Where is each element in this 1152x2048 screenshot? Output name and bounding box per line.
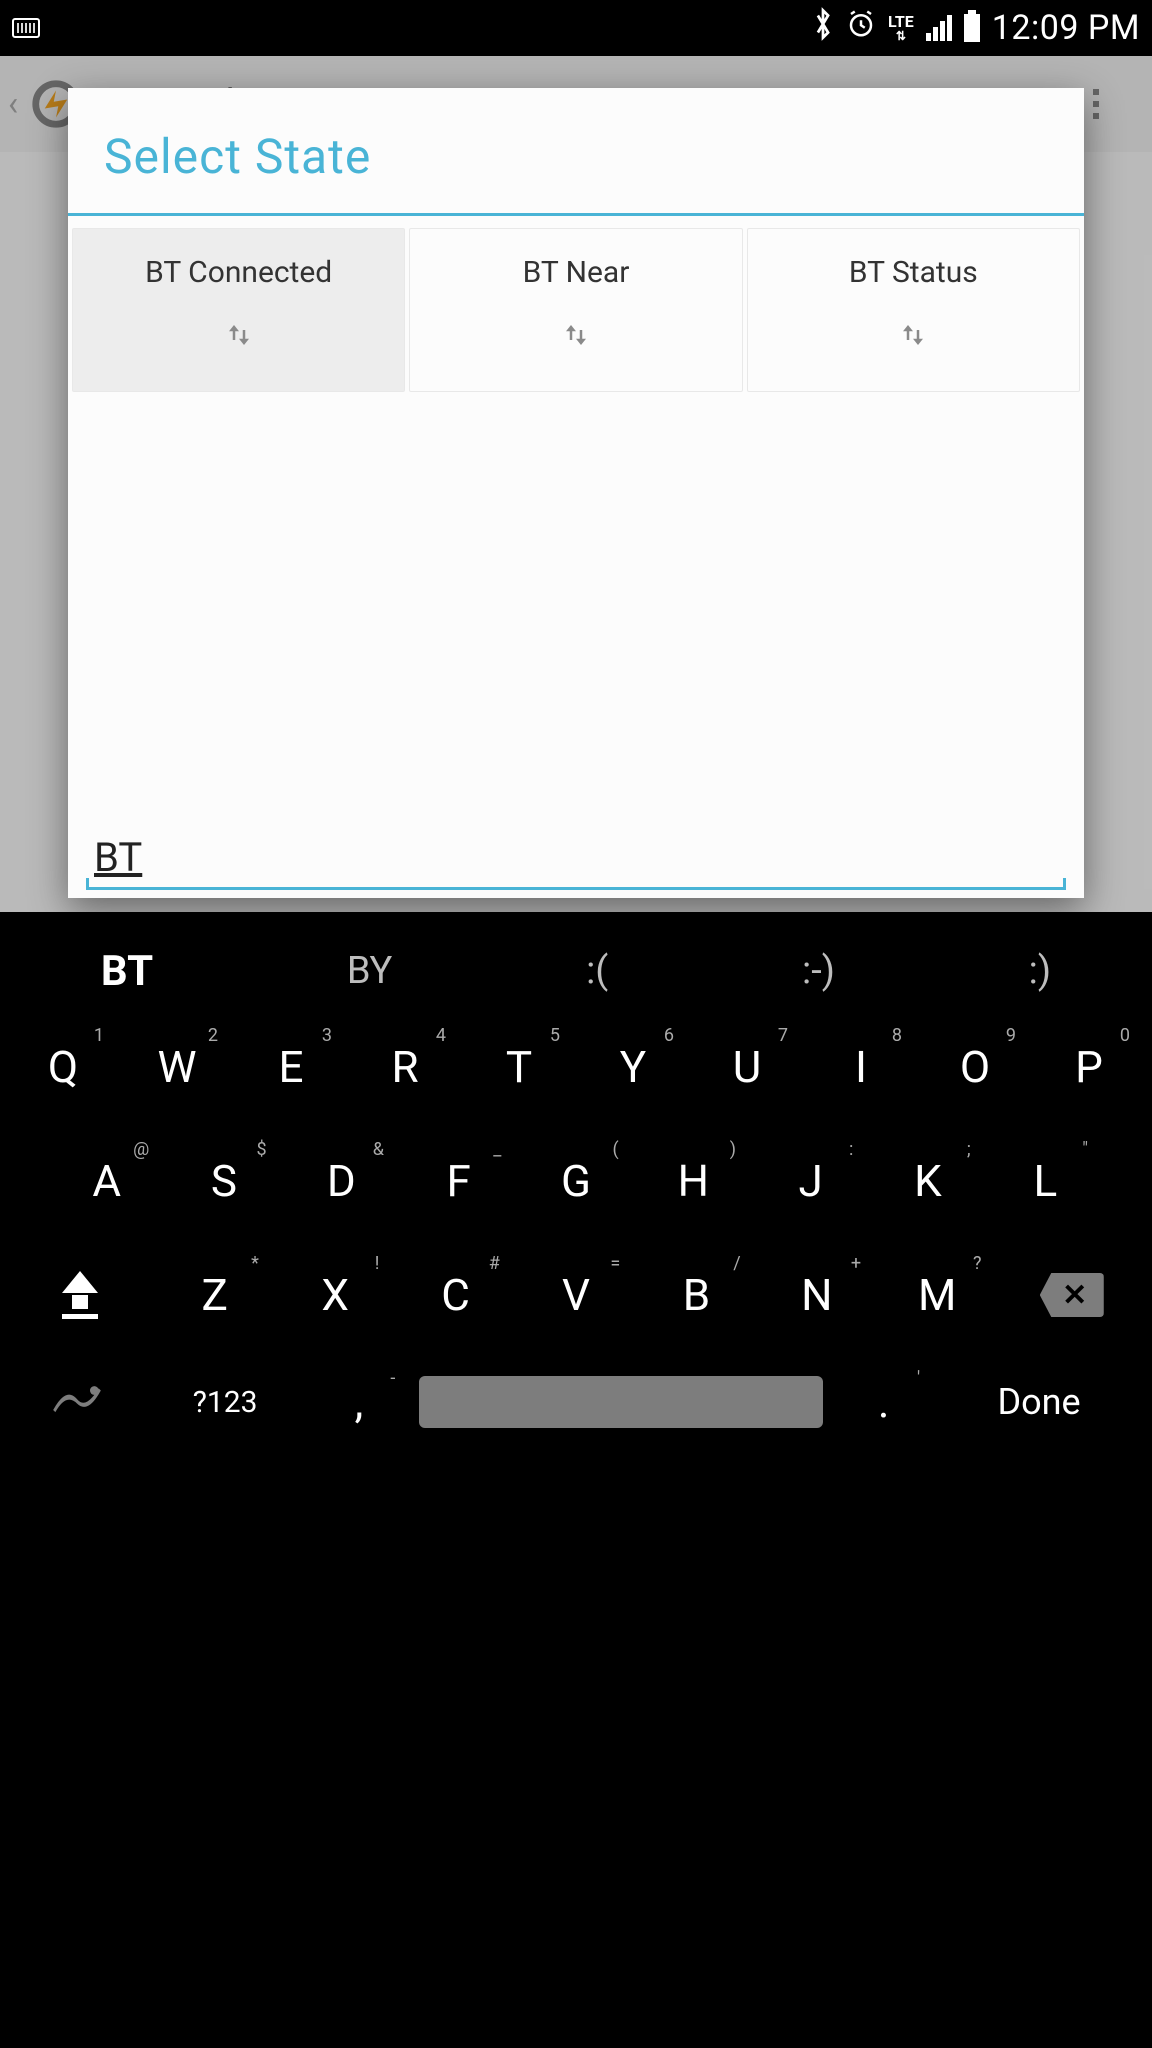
- period-key[interactable]: ' .: [833, 1366, 934, 1438]
- key-p[interactable]: 0P: [1034, 1023, 1144, 1111]
- transfer-icon: [898, 318, 928, 361]
- battery-icon: [964, 14, 980, 42]
- keyboard-row-2: @A$S&D_F(G)H:J;K"L: [4, 1124, 1148, 1238]
- key-e[interactable]: 3E: [236, 1023, 346, 1111]
- key-u[interactable]: 7U: [692, 1023, 802, 1111]
- swype-key[interactable]: [12, 1366, 142, 1438]
- key-m[interactable]: ?M: [879, 1251, 995, 1339]
- key-c[interactable]: #C: [397, 1251, 513, 1339]
- key-d[interactable]: &D: [285, 1137, 398, 1225]
- comma-key[interactable]: - ,: [308, 1366, 409, 1438]
- transfer-icon: [561, 318, 591, 361]
- android-status-bar: LTE⇅ 12:09 PM: [0, 0, 1152, 56]
- dialog-title: Select State: [68, 88, 1084, 213]
- tile-label: BT Status: [849, 255, 978, 290]
- suggestion-item[interactable]: :): [1029, 949, 1051, 993]
- symbols-key[interactable]: ?123: [146, 1375, 305, 1430]
- keyboard-row-3: *Z!X#C=V/B+N?M ✕: [4, 1238, 1148, 1352]
- key-g[interactable]: (G: [519, 1137, 632, 1225]
- key-h[interactable]: )H: [637, 1137, 750, 1225]
- shift-key[interactable]: [8, 1253, 153, 1337]
- key-r[interactable]: 4R: [350, 1023, 460, 1111]
- key-l[interactable]: "L: [989, 1137, 1102, 1225]
- tile-label: BT Connected: [145, 255, 332, 290]
- alarm-icon: [846, 8, 876, 48]
- key-x[interactable]: !X: [277, 1251, 393, 1339]
- filter-input[interactable]: [86, 828, 1066, 890]
- key-v[interactable]: =V: [518, 1251, 634, 1339]
- keyboard-active-icon: [12, 18, 40, 38]
- done-key[interactable]: Done: [938, 1371, 1140, 1433]
- tile-label: BT Near: [523, 255, 630, 290]
- key-t[interactable]: 5T: [464, 1023, 574, 1111]
- state-option-bt-status[interactable]: BT Status: [747, 228, 1080, 392]
- keyboard-row-1: 1Q2W3E4R5T6Y7U8I9O0P: [4, 1010, 1148, 1124]
- keyboard-row-4: ?123 - , ' . Done: [4, 1352, 1148, 1452]
- key-k[interactable]: ;K: [871, 1137, 984, 1225]
- suggestion-item[interactable]: BT: [101, 947, 153, 996]
- status-clock: 12:09 PM: [992, 8, 1140, 48]
- key-q[interactable]: 1Q: [8, 1023, 118, 1111]
- select-state-dialog: Select State BT Connected BT Near BT Sta: [68, 88, 1084, 898]
- key-o[interactable]: 9O: [920, 1023, 1030, 1111]
- key-a[interactable]: @A: [50, 1137, 163, 1225]
- dialog-divider: [68, 213, 1084, 216]
- soft-keyboard: BT BY :( :-) :) 1Q2W3E4R5T6Y7U8I9O0P @A$…: [0, 912, 1152, 1456]
- key-i[interactable]: 8I: [806, 1023, 916, 1111]
- key-j[interactable]: :J: [754, 1137, 867, 1225]
- key-w[interactable]: 2W: [122, 1023, 232, 1111]
- backspace-key[interactable]: ✕: [1000, 1255, 1145, 1335]
- key-z[interactable]: *Z: [157, 1251, 273, 1339]
- state-option-bt-near[interactable]: BT Near: [409, 228, 742, 392]
- suggestion-item[interactable]: :(: [586, 949, 608, 993]
- lte-icon: LTE⇅: [888, 14, 914, 42]
- key-n[interactable]: +N: [759, 1251, 875, 1339]
- state-options-grid: BT Connected BT Near BT Status: [68, 228, 1084, 392]
- transfer-icon: [224, 318, 254, 361]
- signal-icon: [926, 15, 952, 41]
- suggestion-item[interactable]: BY: [347, 949, 392, 993]
- key-y[interactable]: 6Y: [578, 1023, 688, 1111]
- key-b[interactable]: /B: [638, 1251, 754, 1339]
- space-key[interactable]: [419, 1376, 823, 1428]
- key-s[interactable]: $S: [167, 1137, 280, 1225]
- suggestion-item[interactable]: :-): [802, 949, 835, 993]
- bluetooth-icon: [812, 7, 834, 50]
- suggestion-bar: BT BY :( :-) :): [4, 932, 1148, 1010]
- state-option-bt-connected[interactable]: BT Connected: [72, 228, 405, 392]
- key-f[interactable]: _F: [402, 1137, 515, 1225]
